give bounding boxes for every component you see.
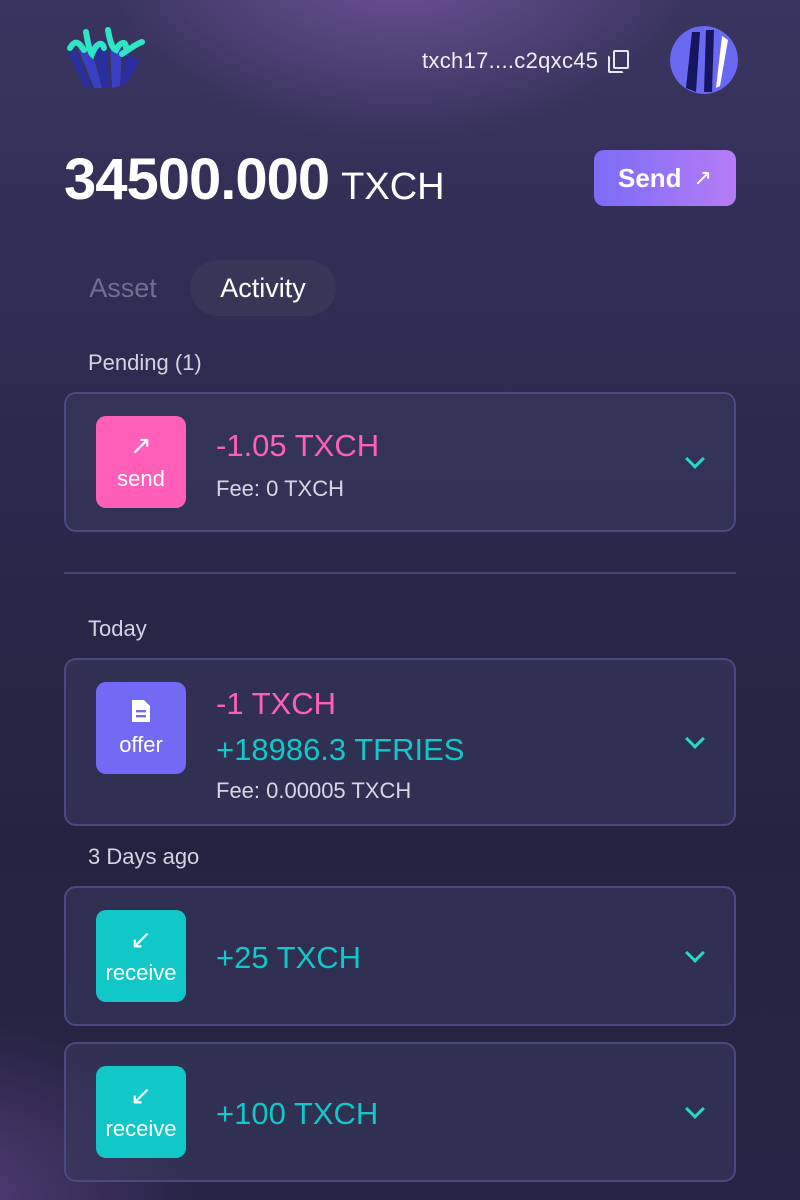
- tab-asset[interactable]: Asset: [64, 260, 182, 316]
- copy-icon[interactable]: [608, 50, 630, 73]
- amount: -1.05 TXCH: [216, 428, 380, 463]
- badge-label: receive: [105, 1116, 177, 1141]
- chevron-down-icon[interactable]: [685, 449, 705, 469]
- badge-label: offer: [119, 732, 163, 757]
- activity-item[interactable]: ↙ receive +25 TXCH: [64, 886, 736, 1026]
- activity-item[interactable]: ↙ receive +100 TXCH: [64, 1042, 736, 1182]
- fee: Fee: 0.00005 TXCH: [216, 778, 412, 803]
- section-label-pending: Pending (1): [88, 350, 202, 375]
- section-label-3-days-ago: 3 Days ago: [88, 844, 200, 869]
- send-button-label: Send: [617, 162, 682, 193]
- activity-item[interactable]: ↗ send -1.05 TXCH Fee: 0 TXCH: [64, 392, 736, 532]
- document-icon: [132, 700, 150, 722]
- amount-received: +18986.3 TFRIES: [216, 732, 465, 767]
- send-badge: ↗ send: [96, 416, 186, 508]
- section-label-today: Today: [88, 616, 147, 641]
- avatar[interactable]: [670, 26, 738, 94]
- chevron-down-icon[interactable]: [685, 729, 705, 749]
- fee: Fee: 0 TXCH: [216, 476, 344, 501]
- amount-sent: -1 TXCH: [216, 686, 337, 721]
- receive-badge: ↙ receive: [96, 1066, 186, 1158]
- wallet-address[interactable]: txch17....c2qxc45: [422, 46, 630, 76]
- send-button[interactable]: Send ↗: [594, 150, 736, 206]
- activity-item[interactable]: offer -1 TXCH +18986.3 TFRIES Fee: 0.000…: [64, 658, 736, 826]
- offer-badge: offer: [96, 682, 186, 774]
- badge-label: receive: [105, 960, 177, 985]
- arrow-up-right-icon: ↗: [130, 430, 152, 460]
- divider: [64, 572, 736, 574]
- balance-amount: 34500.000: [64, 147, 330, 212]
- arrow-down-left-icon: ↙: [130, 1080, 152, 1110]
- balance: 34500.000 TXCH: [64, 146, 445, 213]
- address-text: txch17....c2qxc45: [422, 48, 599, 73]
- chevron-down-icon[interactable]: [685, 1099, 705, 1119]
- badge-label: send: [117, 466, 165, 491]
- amount: +100 TXCH: [216, 1096, 379, 1131]
- tab-activity[interactable]: Activity: [190, 260, 336, 316]
- arrow-up-right-icon: ↗: [693, 165, 712, 190]
- amount: +25 TXCH: [216, 940, 362, 975]
- arrow-down-left-icon: ↙: [130, 924, 152, 954]
- app-logo: [62, 24, 146, 96]
- chevron-down-icon[interactable]: [685, 943, 705, 963]
- balance-unit: TXCH: [341, 166, 445, 208]
- receive-badge: ↙ receive: [96, 910, 186, 1002]
